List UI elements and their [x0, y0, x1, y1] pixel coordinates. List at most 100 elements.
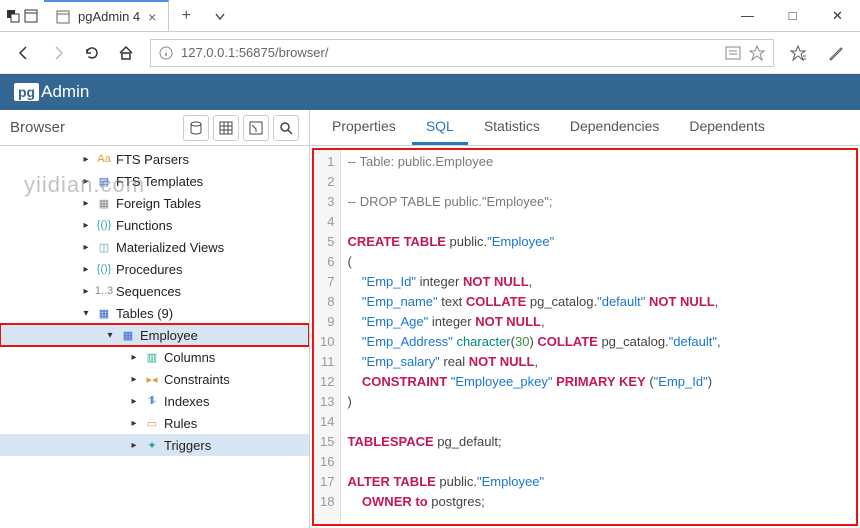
- token: "Emp_Age": [362, 314, 428, 329]
- line-number: 10: [320, 332, 334, 352]
- tree-item[interactable]: ▸▦Foreign Tables: [0, 192, 309, 214]
- chevron-right-icon[interactable]: ▸: [80, 242, 92, 253]
- tab-title: pgAdmin 4: [78, 9, 140, 24]
- tab-properties[interactable]: Properties: [318, 110, 410, 145]
- chevron-right-icon[interactable]: ▸: [80, 176, 92, 187]
- chevron-right-icon[interactable]: ▸: [128, 352, 140, 363]
- tab-dependents[interactable]: Dependents: [675, 110, 779, 145]
- code-line[interactable]: "Emp_Id" integer NOT NULL,: [347, 272, 720, 292]
- tree-item[interactable]: ▸▸◂Constraints: [0, 368, 309, 390]
- browser-panel-buttons: [183, 115, 299, 141]
- tree-item[interactable]: ▸AaFTS Parsers: [0, 148, 309, 170]
- favorites-icon[interactable]: [788, 43, 808, 63]
- window-icon[interactable]: [24, 9, 38, 23]
- tab-sql[interactable]: SQL: [412, 110, 468, 145]
- star-icon[interactable]: [749, 45, 765, 61]
- chevron-right-icon[interactable]: ▸: [128, 440, 140, 451]
- tree-item[interactable]: ▾▦Tables (9): [0, 302, 309, 324]
- tabs-overflow-button[interactable]: [203, 0, 237, 31]
- token: "default": [597, 294, 645, 309]
- reader-icon[interactable]: [725, 45, 741, 61]
- chevron-down-icon[interactable]: ▾: [104, 330, 116, 341]
- tree-item[interactable]: ▸1..3Sequences: [0, 280, 309, 302]
- code-line[interactable]: ): [347, 392, 720, 412]
- window-maximize-button[interactable]: □: [770, 0, 815, 31]
- notes-icon[interactable]: [826, 43, 846, 63]
- refresh-button[interactable]: [82, 43, 102, 63]
- tree-item[interactable]: ▸{()}Procedures: [0, 258, 309, 280]
- tree-item[interactable]: ▸▭Rules: [0, 412, 309, 434]
- chevron-right-icon[interactable]: ▸: [128, 396, 140, 407]
- code-line[interactable]: [347, 412, 720, 432]
- token: [347, 374, 361, 389]
- app-body: Browser yiidian.com ▸AaFTS Parsers▸▤FTS …: [0, 110, 860, 528]
- chevron-right-icon[interactable]: ▸: [80, 286, 92, 297]
- code-line[interactable]: "Emp_Address" character(30) COLLATE pg_c…: [347, 332, 720, 352]
- code-line[interactable]: TABLESPACE pg_default;: [347, 432, 720, 452]
- token: text: [438, 294, 466, 309]
- tree-item[interactable]: ▸{()}Functions: [0, 214, 309, 236]
- token: [347, 314, 361, 329]
- sql-code[interactable]: -- Table: public.Employee -- DROP TABLE …: [341, 150, 726, 524]
- tree-item-label: Employee: [140, 328, 198, 343]
- tree-item[interactable]: ▸◫Materialized Views: [0, 236, 309, 258]
- token: public.: [446, 234, 487, 249]
- home-button[interactable]: [116, 43, 136, 63]
- token: ,: [541, 314, 545, 329]
- window-minimize-button[interactable]: —: [725, 0, 770, 31]
- token: ): [708, 374, 712, 389]
- code-line[interactable]: (: [347, 252, 720, 272]
- chevron-right-icon[interactable]: ▸: [128, 418, 140, 429]
- line-number: 17: [320, 472, 334, 492]
- code-line[interactable]: "Emp_Age" integer NOT NULL,: [347, 312, 720, 332]
- forward-button[interactable]: [48, 43, 68, 63]
- chevron-right-icon[interactable]: ▸: [80, 154, 92, 165]
- back-button[interactable]: [14, 43, 34, 63]
- tree-item[interactable]: ▾▦Employee: [0, 324, 309, 346]
- code-line[interactable]: -- DROP TABLE public."Employee";: [347, 192, 720, 212]
- code-line[interactable]: OWNER to postgres;: [347, 492, 720, 512]
- code-line[interactable]: [347, 172, 720, 192]
- line-number: 6: [320, 252, 334, 272]
- browser-tab[interactable]: pgAdmin 4 ×: [44, 0, 169, 31]
- token: COLLATE: [537, 334, 597, 349]
- code-line[interactable]: "Emp_salary" real NOT NULL,: [347, 352, 720, 372]
- chevron-down-icon[interactable]: ▾: [80, 308, 92, 319]
- grid-icon[interactable]: [213, 115, 239, 141]
- code-line[interactable]: [347, 212, 720, 232]
- chevron-right-icon[interactable]: ▸: [80, 220, 92, 231]
- close-tab-icon[interactable]: ×: [148, 9, 156, 25]
- tab-statistics[interactable]: Statistics: [470, 110, 554, 145]
- token: NOT NULL: [463, 274, 529, 289]
- tree-item-icon: 1..3: [96, 283, 112, 299]
- token: NOT NULL: [475, 314, 541, 329]
- db-icon[interactable]: [183, 115, 209, 141]
- address-bar[interactable]: 127.0.0.1:56875/browser/: [150, 39, 774, 67]
- window-close-button[interactable]: ✕: [815, 0, 860, 31]
- code-line[interactable]: [347, 452, 720, 472]
- tree-item[interactable]: ▸✦Triggers: [0, 434, 309, 456]
- object-tree[interactable]: yiidian.com ▸AaFTS Parsers▸▤FTS Template…: [0, 146, 309, 528]
- search-icon[interactable]: [273, 115, 299, 141]
- code-line[interactable]: "Emp_name" text COLLATE pg_catalog."defa…: [347, 292, 720, 312]
- chevron-right-icon[interactable]: ▸: [80, 264, 92, 275]
- code-line[interactable]: ALTER TABLE public."Employee": [347, 472, 720, 492]
- info-icon[interactable]: [159, 46, 173, 60]
- sql-editor[interactable]: 123456789101112131415161718 -- Table: pu…: [312, 148, 858, 526]
- tab-dependencies[interactable]: Dependencies: [556, 110, 674, 145]
- token: -- DROP TABLE public."Employee";: [347, 194, 552, 209]
- code-line[interactable]: CONSTRAINT "Employee_pkey" PRIMARY KEY (…: [347, 372, 720, 392]
- code-line[interactable]: CREATE TABLE public."Employee": [347, 232, 720, 252]
- token: [347, 354, 361, 369]
- token: (: [347, 254, 351, 269]
- line-number: 1: [320, 152, 334, 172]
- filter-icon[interactable]: [243, 115, 269, 141]
- cascade-icon[interactable]: [6, 9, 20, 23]
- tree-item[interactable]: ▸⥮Indexes: [0, 390, 309, 412]
- chevron-right-icon[interactable]: ▸: [128, 374, 140, 385]
- tree-item[interactable]: ▸▤FTS Templates: [0, 170, 309, 192]
- code-line[interactable]: -- Table: public.Employee: [347, 152, 720, 172]
- new-tab-button[interactable]: +: [169, 0, 203, 31]
- tree-item[interactable]: ▸▥Columns: [0, 346, 309, 368]
- chevron-right-icon[interactable]: ▸: [80, 198, 92, 209]
